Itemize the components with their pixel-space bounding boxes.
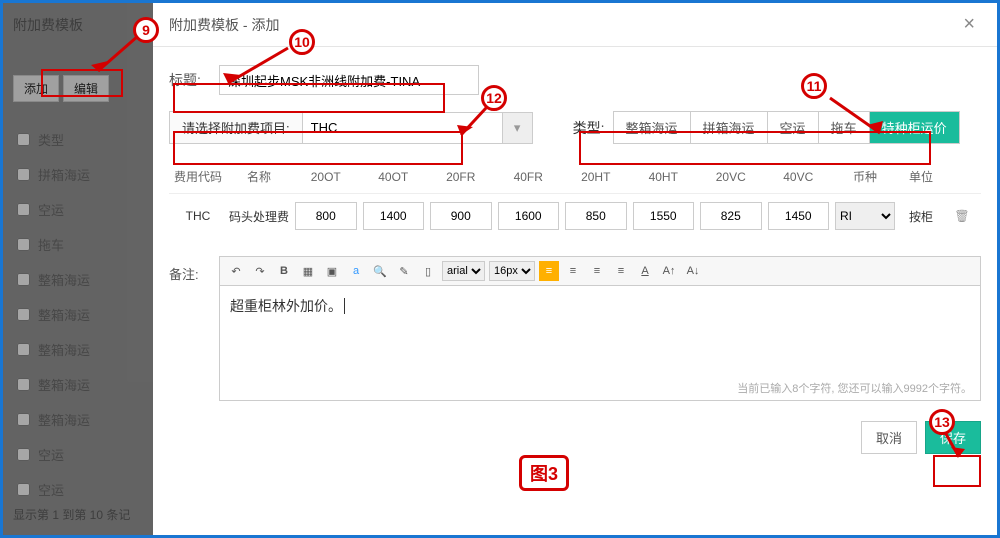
cell-20ht[interactable] [565,202,627,230]
type-button-group: 整箱海运 拼箱海运 空运 拖车 特种柜运价 [613,111,960,144]
table-row: THC 码头处理费 RI 按柜 🗑 [169,194,981,238]
type-option-fcl[interactable]: 整箱海运 [614,112,691,143]
bold-icon[interactable]: B [274,261,294,281]
chevron-down-icon[interactable]: ▾ [503,112,533,144]
cell-20fr[interactable] [430,202,492,230]
cell-40vc[interactable] [768,202,830,230]
cell-40fr[interactable] [498,202,560,230]
highlight-icon[interactable]: ≡ [539,261,559,281]
remark-label: 备注: [169,256,209,283]
font-size-select[interactable]: 16px [489,261,535,281]
char-icon[interactable]: a [346,261,366,281]
trash-icon[interactable]: 🗑 [947,209,977,223]
undo-icon[interactable]: ↶ [226,261,246,281]
char-counter: 当前已输入8个字符, 您还可以输入9992个字符。 [220,376,980,400]
callout-13: 13 [929,409,955,435]
type-option-lcl[interactable]: 拼箱海运 [691,112,768,143]
callout-10: 10 [289,29,315,55]
font-decrease-icon[interactable]: A↓ [683,261,703,281]
close-icon[interactable]: × [957,13,981,36]
app-frame: 附加费模板 添加 编辑 类型 拼箱海运 空运 拖车 整箱海运 整箱海运 整箱海运… [0,0,1000,538]
redo-icon[interactable]: ↷ [250,261,270,281]
arrow-9 [83,31,143,81]
type-option-air[interactable]: 空运 [768,112,819,143]
rich-editor: ↶ ↷ B ▦ ▣ a 🔍 ✎ ▯ arial 16px ≡ ≡ ≡ [219,256,981,401]
fee-code: THC [173,209,223,223]
cancel-button[interactable]: 取消 [861,421,917,454]
align-center-icon[interactable]: ≡ [587,261,607,281]
cell-20ot[interactable] [295,202,357,230]
search-icon[interactable]: 🔍 [370,261,390,281]
type-label: 类型: [573,118,605,138]
table-header: 费用代码 名称 20OT 40OT 20FR 40FR 20HT 40HT 20… [169,160,981,194]
cell-40ht[interactable] [633,202,695,230]
font-increase-icon[interactable]: A↑ [659,261,679,281]
font-color-icon[interactable]: A [635,261,655,281]
font-family-select[interactable]: arial [442,261,485,281]
arrow-10 [213,43,293,88]
fee-name: 码头处理费 [229,208,289,225]
align-right-icon[interactable]: ≡ [611,261,631,281]
arrow-12 [451,103,491,143]
video-icon[interactable]: ▣ [322,261,342,281]
arrow-11 [825,93,895,138]
currency-select[interactable]: RI [835,202,895,230]
brush-icon[interactable]: ✎ [394,261,414,281]
cell-20vc[interactable] [700,202,762,230]
select-label: 请选择附加费项目: [169,111,303,144]
modal-title: 附加费模板 - 添加 [169,15,279,35]
callout-12: 12 [481,85,507,111]
figure-label: 图3 [519,455,569,491]
callout-9: 9 [133,17,159,43]
cell-40ot[interactable] [363,202,425,230]
unit-label: 按柜 [901,208,941,225]
modal-header: 附加费模板 - 添加 × [153,3,997,47]
title-label: 标题: [169,70,209,90]
editor-body[interactable]: 超重柜林外加价。 [220,286,980,376]
image-icon[interactable]: ▦ [298,261,318,281]
fee-table: 费用代码 名称 20OT 40OT 20FR 40FR 20HT 40HT 20… [169,160,981,238]
callout-11: 11 [801,73,827,99]
editor-toolbar: ↶ ↷ B ▦ ▣ a 🔍 ✎ ▯ arial 16px ≡ ≡ ≡ [220,257,980,286]
align-left-icon[interactable]: ≡ [563,261,583,281]
page-icon[interactable]: ▯ [418,261,438,281]
modal-footer: 取消 保存 [153,411,997,464]
